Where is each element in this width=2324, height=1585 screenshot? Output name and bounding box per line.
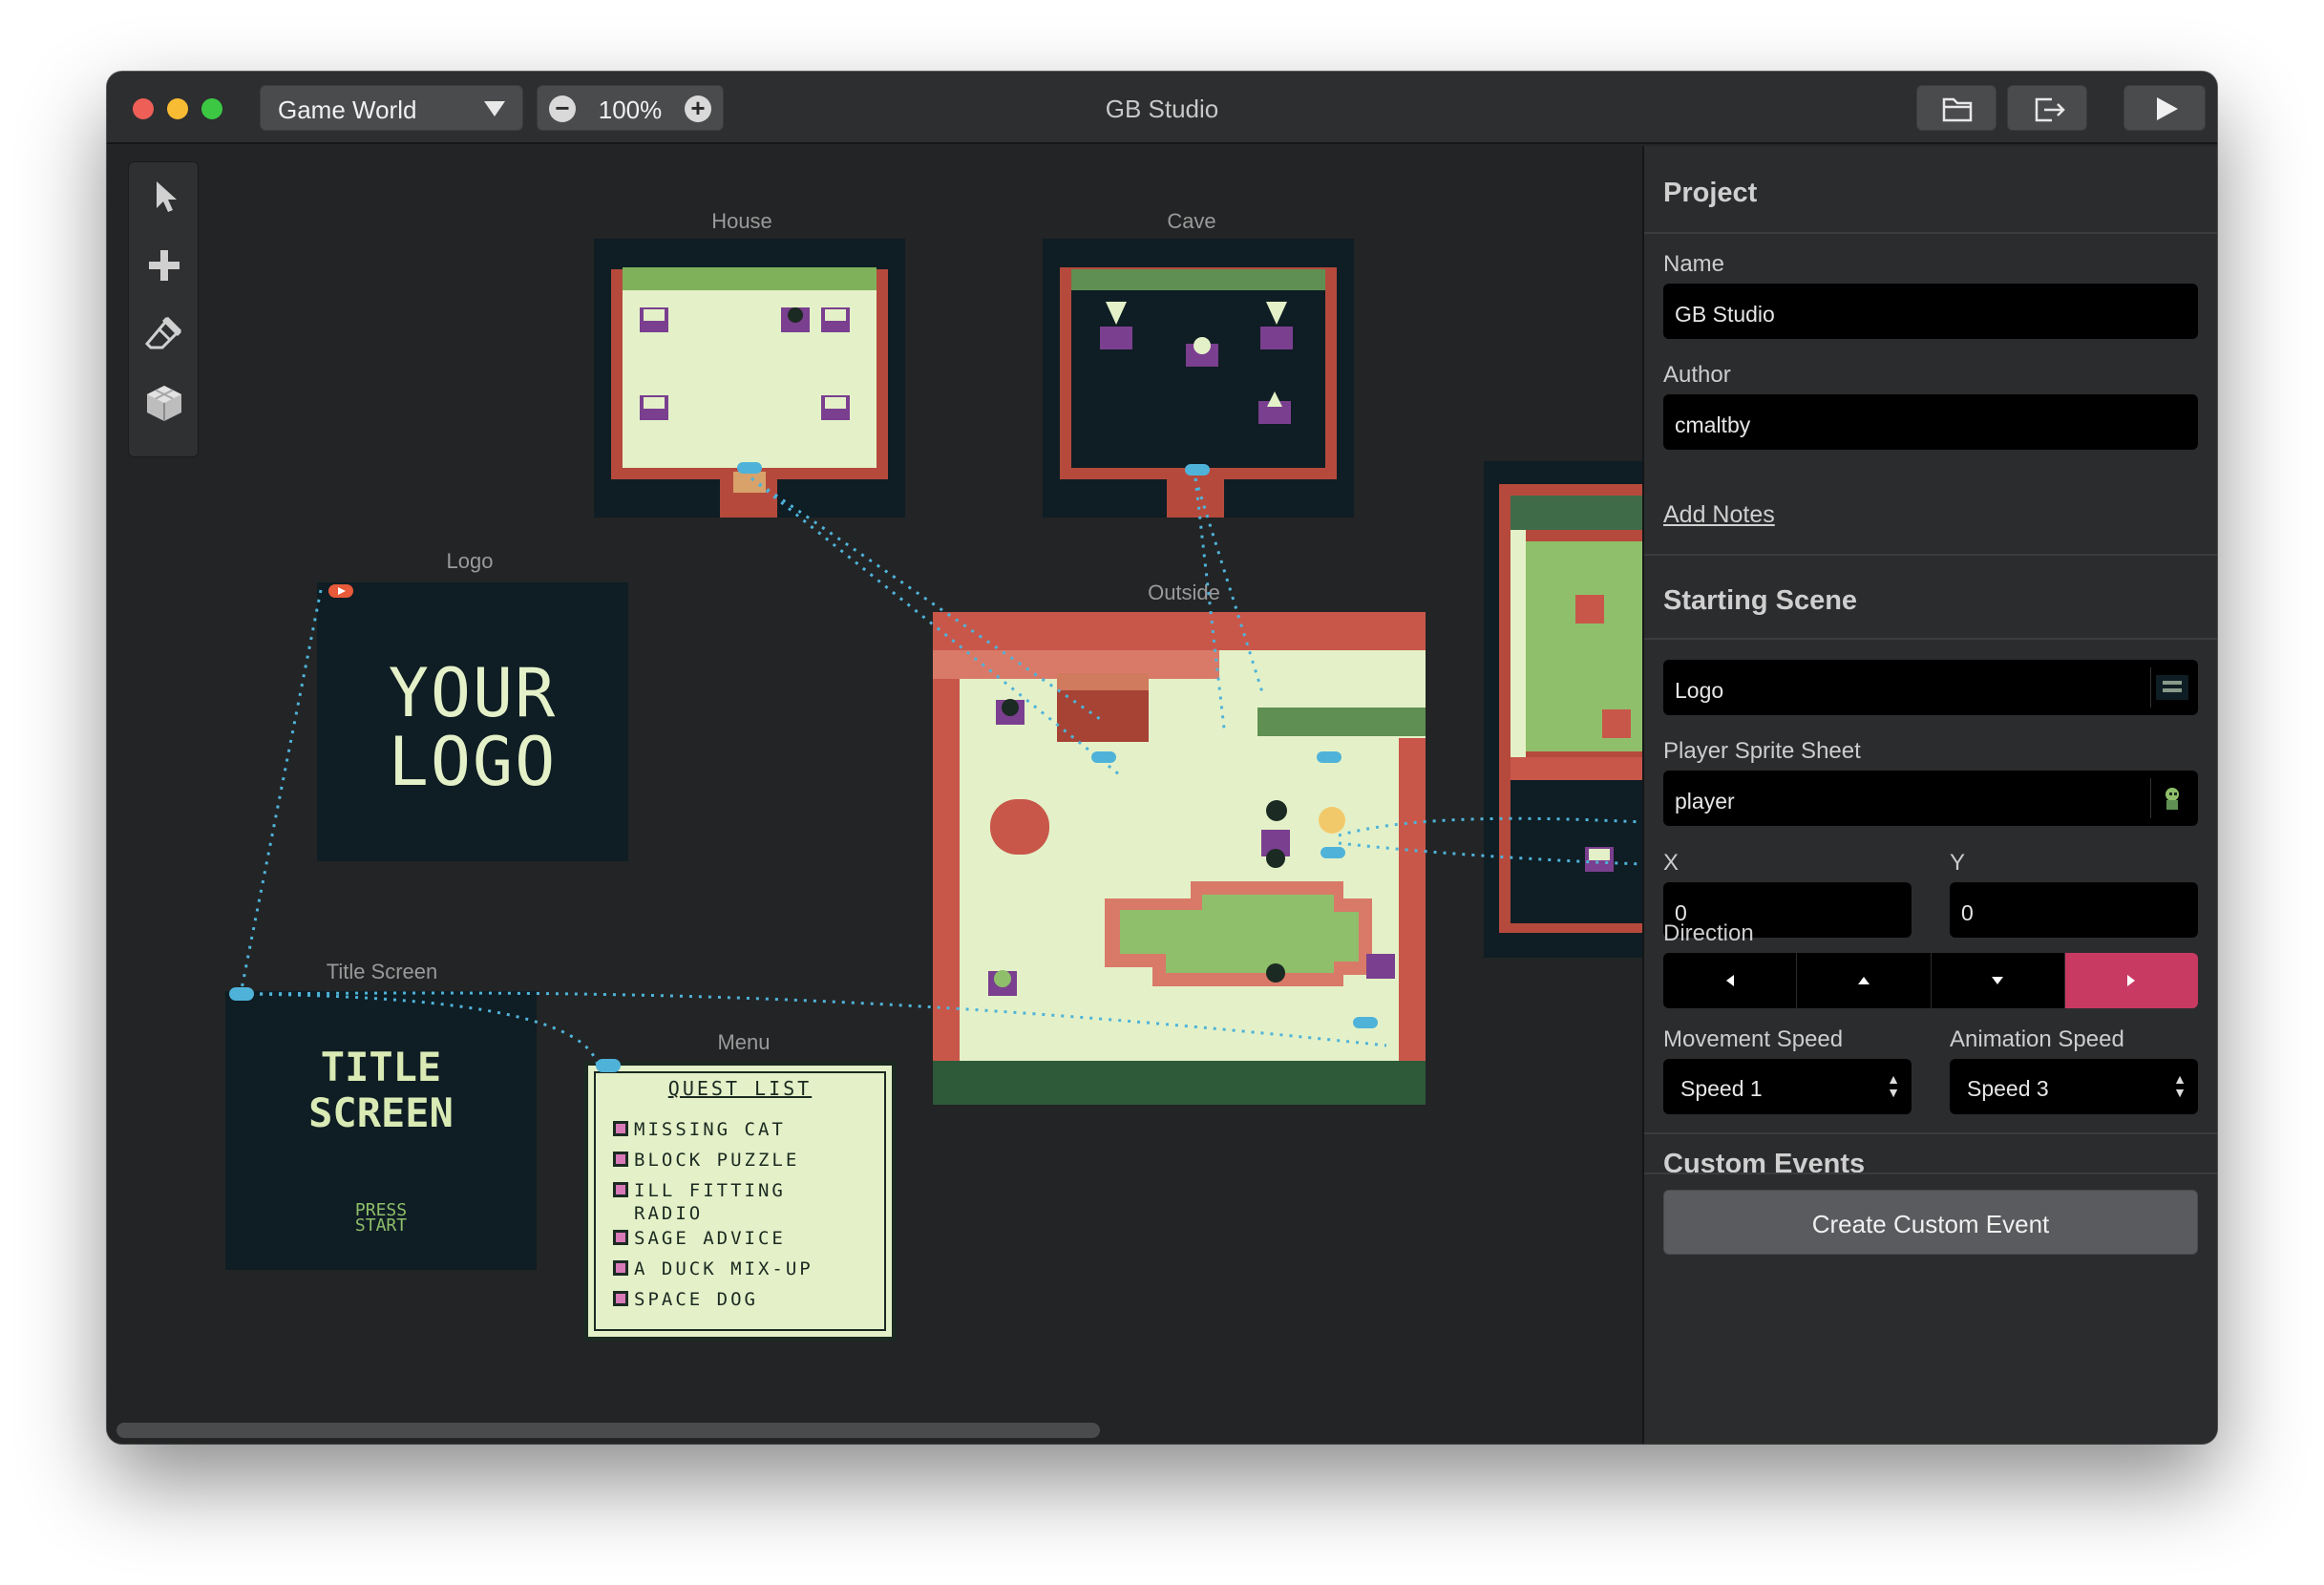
close-window-button[interactable]: [133, 98, 154, 119]
add-notes-link[interactable]: Add Notes: [1663, 501, 1775, 529]
starting-scene-select[interactable]: Logo: [1663, 660, 2198, 715]
plus-icon[interactable]: +: [685, 95, 711, 122]
create-custom-event-button[interactable]: Create Custom Event: [1663, 1190, 2198, 1255]
toolbar: Game World 100% − + GB Studio: [107, 72, 2217, 144]
player-sprite-select[interactable]: player: [1663, 771, 2198, 826]
movement-speed-value: Speed 1: [1680, 1076, 1763, 1101]
folder-icon: [1942, 97, 1973, 122]
sprite-label: Player Sprite Sheet: [1663, 738, 1861, 764]
animation-speed-value: Speed 3: [1967, 1076, 2049, 1101]
scene-thumbnail-icon: [2150, 667, 2192, 708]
select-arrows-icon: ▲ ▼: [2173, 1071, 2187, 1100]
name-field[interactable]: GB Studio: [1663, 284, 2198, 339]
app-window: Game World 100% − + GB Studio House Cave…: [107, 72, 2217, 1444]
author-label: Author: [1663, 362, 1731, 388]
menu-connection-dot: [596, 1059, 621, 1072]
direction-group: [1663, 953, 2198, 1008]
run-game-button[interactable]: [2123, 85, 2206, 131]
divider: [1644, 1173, 2217, 1174]
direction-up-button[interactable]: [1797, 953, 1932, 1008]
y-field[interactable]: 0: [1950, 882, 2198, 938]
starting-scene-value: Logo: [1675, 678, 1724, 703]
play-icon: [2157, 97, 2178, 120]
y-label: Y: [1950, 850, 1966, 876]
maximize-window-button[interactable]: [201, 98, 222, 119]
chevron-down-icon: [484, 101, 505, 116]
open-folder-button[interactable]: [1916, 85, 1997, 131]
world-canvas[interactable]: House Cave Logo Outside Title Screen Men…: [107, 146, 1642, 1444]
divider: [1644, 554, 2217, 556]
x-label: X: [1663, 850, 1680, 876]
export-button[interactable]: [2007, 85, 2087, 131]
author-field[interactable]: cmaltby: [1663, 394, 2198, 450]
zoom-control: 100% − +: [537, 85, 724, 131]
custom-events-title: Custom Events: [1663, 1149, 1866, 1179]
direction-label: Direction: [1663, 920, 1754, 946]
arrow-down-icon: [1992, 977, 2004, 984]
movement-speed-select[interactable]: Speed 1 ▲ ▼: [1663, 1059, 1912, 1114]
sprite-thumbnail-icon: [2150, 778, 2192, 818]
world-view-label: Game World: [278, 95, 417, 124]
arrow-right-icon: [2127, 975, 2136, 986]
minimize-window-button[interactable]: [167, 98, 188, 119]
scene-connections: [229, 476, 1642, 1072]
title-connection-dot: [229, 987, 254, 1001]
minus-icon[interactable]: −: [549, 95, 576, 122]
animation-speed-select[interactable]: Speed 3 ▲ ▼: [1950, 1059, 2198, 1114]
project-section-title: Project: [1663, 178, 1758, 208]
divider: [1644, 1132, 2217, 1134]
animation-speed-label: Animation Speed: [1950, 1026, 2124, 1052]
horizontal-scrollbar[interactable]: [116, 1423, 1100, 1438]
player-sprite-value: player: [1675, 789, 1735, 814]
divider: [1644, 232, 2217, 234]
movement-speed-label: Movement Speed: [1663, 1026, 1844, 1052]
direction-down-button[interactable]: [1931, 953, 2065, 1008]
export-icon: [2035, 97, 2065, 122]
project-sidebar: Project Name GB Studio Author cmaltby Ad…: [1642, 146, 2217, 1444]
starting-scene-title: Starting Scene: [1663, 585, 1858, 616]
select-arrows-icon: ▲ ▼: [1887, 1071, 1900, 1100]
arrow-up-icon: [1857, 977, 1870, 984]
arrow-left-icon: [1725, 975, 1734, 986]
direction-left-button[interactable]: [1663, 953, 1798, 1008]
direction-right-button[interactable]: [2064, 953, 2198, 1008]
world-view-select[interactable]: Game World: [260, 85, 523, 131]
divider: [1644, 638, 2217, 640]
name-label: Name: [1663, 251, 1725, 277]
